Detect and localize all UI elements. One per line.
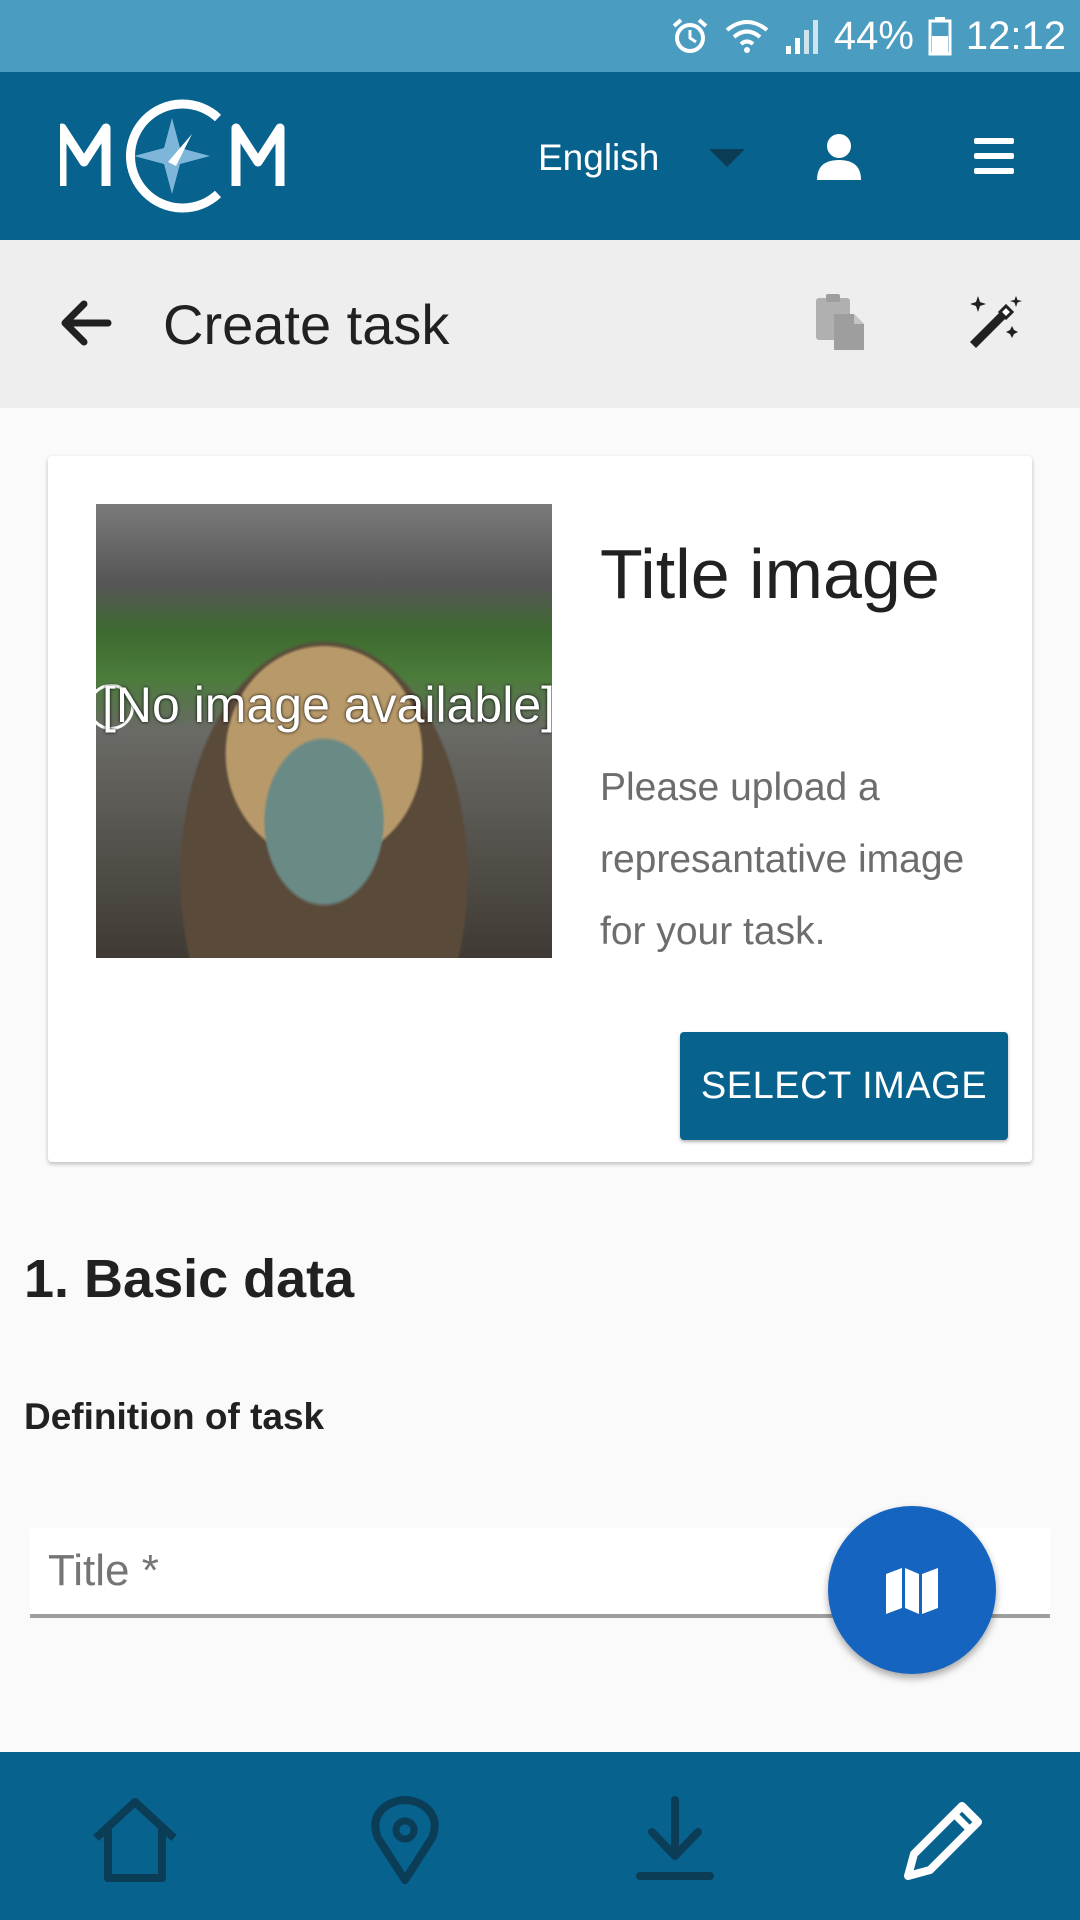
status-bar: 44% 12:12: [0, 0, 1080, 72]
language-selector[interactable]: English: [538, 128, 746, 188]
menu-icon[interactable]: [972, 136, 1016, 176]
caret-down-icon: [709, 149, 746, 167]
alarm-icon: [672, 18, 708, 53]
clock: 12:12: [965, 13, 1066, 58]
back-arrow-icon[interactable]: [56, 294, 114, 352]
wifi-icon: [725, 20, 769, 53]
map-icon: [886, 1568, 938, 1614]
magic-wand-icon[interactable]: [964, 292, 1024, 352]
location-pin-icon[interactable]: [360, 1794, 450, 1884]
battery-percent: 44%: [833, 13, 914, 58]
card-heading: Title image: [600, 535, 940, 613]
subsection-heading: Definition of task: [24, 1396, 325, 1437]
title-image-preview: [No image available]: [96, 504, 552, 958]
page-toolbar: Create task: [0, 240, 1080, 408]
section-heading: 1. Basic data: [24, 1249, 355, 1309]
card-description: Please upload a represantative image for…: [600, 766, 965, 953]
app-header: English: [0, 72, 1080, 240]
paste-icon[interactable]: [812, 292, 868, 352]
user-icon[interactable]: [814, 132, 864, 182]
image-alt-text: [No image available]: [102, 677, 552, 733]
mcm-logo[interactable]: [60, 96, 286, 216]
page-title: Create task: [163, 293, 450, 356]
signal-icon: [785, 20, 818, 54]
language-label: English: [538, 137, 660, 178]
title-image-card: [No image available] Title image Please …: [48, 456, 1032, 1162]
pencil-icon[interactable]: [900, 1794, 990, 1884]
map-fab-button[interactable]: [828, 1506, 996, 1674]
download-icon[interactable]: [630, 1794, 720, 1884]
battery-icon: [928, 17, 952, 56]
title-input-label: Title *: [48, 1546, 159, 1595]
home-icon[interactable]: [90, 1794, 180, 1884]
bottom-navigation: [0, 1752, 1080, 1920]
select-image-button[interactable]: SELECT IMAGE: [680, 1032, 1008, 1140]
